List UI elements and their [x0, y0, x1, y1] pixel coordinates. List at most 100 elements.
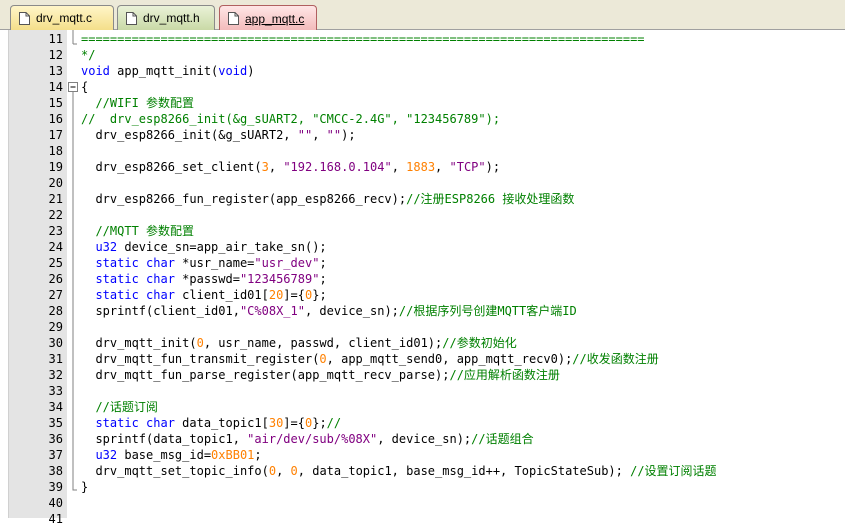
code-text: sprintf(data_topic1,: [81, 432, 248, 446]
line-number: 22: [48, 208, 63, 222]
code-line-32: drv_mqtt_fun_parse_register(app_mqtt_rec…: [81, 367, 559, 383]
margin-strip: [0, 30, 9, 518]
line-number: 25: [48, 256, 63, 270]
code-line-26: static char *passwd="123456789";: [81, 271, 327, 287]
code-text: device_sn=app_air_take_sn();: [117, 240, 327, 254]
line-number: 38: [48, 464, 63, 478]
code-text: };: [312, 416, 327, 430]
number-literal: 0: [268, 464, 277, 478]
number-literal: 0xBB01: [211, 448, 255, 462]
line-number: 24: [48, 240, 63, 254]
code-line-19: drv_esp8266_set_client(3, "192.168.0.104…: [81, 159, 500, 175]
number-literal: 3: [261, 160, 269, 174]
code-text: );: [341, 128, 356, 142]
line-number: 16: [48, 112, 63, 126]
keyword: static: [81, 416, 139, 430]
line-number: 31: [48, 352, 63, 366]
file-icon: [19, 11, 30, 25]
tab-label: drv_mqtt.c: [36, 11, 93, 25]
line-number: 17: [48, 128, 63, 142]
code-text: );: [485, 160, 501, 174]
code-text: drv_mqtt_fun_parse_register(app_mqtt_rec…: [81, 368, 450, 382]
code-line-14: {: [81, 80, 89, 94]
line-number: 18: [48, 144, 63, 158]
number-literal: 20: [268, 288, 284, 302]
code-text: client_id01[: [174, 288, 269, 302]
code-text: drv_mqtt_fun_transmit_register(: [81, 352, 320, 366]
code-line-34: //话题订阅: [81, 400, 158, 414]
line-number: 32: [48, 368, 63, 382]
code-line-16: // drv_esp8266_init(&g_sUART2, "CMCC-2.4…: [81, 111, 500, 127]
code-line-24: u32 device_sn=app_air_take_sn();: [81, 239, 327, 255]
file-icon: [126, 11, 137, 25]
code-text: drv_esp8266_set_client(: [81, 160, 262, 174]
keyword: void: [81, 64, 110, 78]
line-number: 28: [48, 304, 63, 318]
comment: );: [485, 112, 501, 126]
comment: //参数初始化: [442, 336, 517, 350]
code-text: drv_esp8266_fun_register(app_esp8266_rec…: [81, 192, 407, 206]
comment: "123456789": [406, 112, 486, 126]
line-number: 34: [48, 400, 63, 414]
string-literal: "usr_dev": [254, 256, 320, 270]
line-number: 37: [48, 448, 63, 462]
string-literal: "TCP": [449, 160, 486, 174]
number-literal: 0: [290, 464, 298, 478]
fold-lines: [68, 30, 78, 491]
tab-drv-mqtt-h[interactable]: drv_mqtt.h: [117, 5, 215, 30]
code-text: ,: [312, 128, 327, 142]
string-literal: "192.168.0.104": [283, 160, 392, 174]
line-number: 23: [48, 224, 63, 238]
keyword: void: [218, 64, 248, 78]
code-text: ;: [319, 272, 327, 286]
code-line-27: static char client_id01[20]={0};: [81, 287, 326, 303]
line-number: 41: [48, 512, 63, 526]
tab-app-mqtt-c-active[interactable]: app_mqtt.c: [219, 5, 317, 31]
code-line-12: */: [81, 48, 96, 62]
fold-margin[interactable]: [67, 30, 79, 518]
code-line-30: drv_mqtt_init(0, usr_name, passwd, clien…: [81, 335, 517, 351]
comment: ,: [391, 112, 407, 126]
comment: //设置订阅话题: [630, 464, 717, 478]
code-line-37: u32 base_msg_id=0xBB01;: [81, 447, 262, 463]
code-text: sprintf(client_id01,: [81, 304, 240, 318]
line-number: 11: [48, 32, 63, 46]
comment: //注册ESP8266 接收处理函数: [406, 192, 575, 206]
code-line-17: drv_esp8266_init(&g_sUART2, "", "");: [81, 127, 356, 143]
number-literal: 30: [268, 416, 284, 430]
string-literal: "air/dev/sub/%08X": [247, 432, 378, 446]
line-number: 30: [48, 336, 63, 350]
code-text: , device_sn);: [304, 304, 399, 318]
keyword: u32: [81, 240, 118, 254]
line-number: 26: [48, 272, 63, 286]
code-text: ,: [276, 464, 291, 478]
code-line-11: ========================================…: [81, 32, 645, 46]
code-text: drv_mqtt_init(: [81, 336, 197, 350]
code-text: , device_sn);: [377, 432, 472, 446]
code-text: ]={: [283, 416, 305, 430]
comment: //: [326, 416, 342, 430]
code-text: ;: [319, 256, 327, 270]
code-line-39: }: [81, 480, 89, 494]
tab-drv-mqtt-c[interactable]: drv_mqtt.c: [10, 5, 114, 30]
number-literal: 1883: [406, 160, 436, 174]
number-literal: 0: [196, 336, 204, 350]
line-number: 15: [48, 96, 63, 110]
code-text: base_msg_id=: [117, 448, 212, 462]
line-number: 21: [48, 192, 63, 206]
keyword: char: [138, 416, 175, 430]
number-literal: 0: [319, 352, 327, 366]
code-line-25: static char *usr_name="usr_dev";: [81, 255, 327, 271]
code-text: ;: [254, 448, 262, 462]
comment: //根据序列号创建MQTT客户端ID: [398, 304, 577, 318]
keyword: char: [138, 272, 175, 286]
string-literal: "": [297, 128, 313, 142]
code-line-15: //WIFI 参数配置: [81, 96, 195, 110]
code-text: app_mqtt_init(: [109, 64, 219, 78]
tab-label: drv_mqtt.h: [143, 11, 200, 25]
comment: // drv_esp8266_init(&g_sUART2,: [81, 112, 313, 126]
line-number: 33: [48, 384, 63, 398]
line-number: 36: [48, 432, 63, 446]
line-number: 20: [48, 176, 63, 190]
code-text: , usr_name, passwd, client_id01);: [203, 336, 443, 350]
